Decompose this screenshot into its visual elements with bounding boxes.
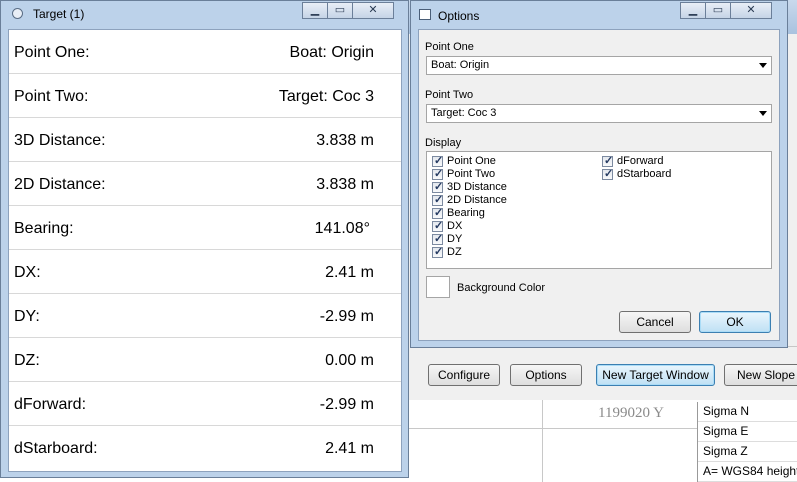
target-readout-panel: Point One: Boat: Origin Point Two: Targe…: [8, 29, 402, 472]
point-one-select[interactable]: Boat: Origin: [426, 56, 772, 75]
readout-value: 3.838 m: [316, 176, 374, 193]
configure-button[interactable]: Configure: [428, 364, 500, 386]
readout-value: -2.99 m: [319, 308, 374, 325]
checkbox-checked-icon: [432, 245, 443, 258]
readout-row-dforward: dForward: -2.99 m: [9, 382, 401, 426]
target-window: Target (1) ▁ ▭ ✕ Point One: Boat: Origin…: [0, 0, 409, 478]
cancel-button[interactable]: Cancel: [619, 311, 691, 333]
sigma-row: A= WGS84 height: [698, 462, 797, 482]
target-caption-buttons: ▁ ▭ ✕: [302, 2, 394, 19]
checkbox-label: Point Two: [447, 168, 496, 180]
checkbox-label: DY: [447, 233, 463, 245]
readout-label: DY:: [14, 308, 40, 325]
options-titlebar[interactable]: Options ▁ ▭ ✕: [411, 1, 787, 27]
checkbox-label: DX: [447, 220, 463, 232]
checkbox-checked-icon: [432, 154, 443, 167]
maximize-icon[interactable]: ▭: [705, 2, 731, 19]
close-icon[interactable]: ✕: [352, 2, 394, 19]
checkbox-label: 2D Distance: [447, 194, 507, 206]
target-window-icon: [12, 8, 23, 19]
target-titlebar[interactable]: Target (1) ▁ ▭ ✕: [1, 1, 408, 27]
readout-value: 2.41 m: [325, 440, 374, 457]
minimize-icon[interactable]: ▁: [680, 2, 706, 19]
checkbox-label: Bearing: [447, 207, 485, 219]
point-one-select-value: Boat: Origin: [431, 59, 490, 71]
readout-label: 2D Distance:: [14, 176, 106, 193]
point-two-select[interactable]: Target: Coc 3: [426, 104, 772, 123]
options-dialog: Options ▁ ▭ ✕ Point One Boat: Origin Poi…: [410, 0, 788, 348]
readout-value: 0.00 m: [325, 352, 374, 369]
readout-row-point-one: Point One: Boat: Origin: [9, 30, 401, 74]
readout-row-dy: DY: -2.99 m: [9, 294, 401, 338]
point-two-select-value: Target: Coc 3: [431, 107, 497, 119]
readout-value: 3.838 m: [316, 132, 374, 149]
readout-value: 2.41 m: [325, 264, 374, 281]
sigma-row: Sigma E: [698, 422, 797, 442]
readout-row-dx: DX: 2.41 m: [9, 250, 401, 294]
readout-label: DZ:: [14, 352, 40, 369]
readout-label: dForward:: [14, 396, 87, 413]
background-color-swatch[interactable]: [426, 276, 450, 298]
checkbox-checked-icon: [432, 193, 443, 206]
background-button-panel: Configure Options New Target Window New …: [414, 346, 797, 399]
checkbox-label: dForward: [617, 155, 664, 167]
readout-row-dstarboard: dStarboard: 2.41 m: [9, 426, 401, 470]
point-two-label: Point Two: [425, 89, 474, 101]
options-dialog-title: Options: [438, 9, 480, 23]
checkbox-checked-icon: [432, 232, 443, 245]
readout-label: 3D Distance:: [14, 132, 106, 149]
readout-value: Target: Coc 3: [278, 88, 374, 105]
checkbox-checked-icon: [432, 167, 443, 180]
close-icon[interactable]: ✕: [730, 2, 772, 19]
window-icon: [419, 9, 431, 20]
chevron-down-icon: [759, 63, 767, 68]
checkbox-checked-icon: [432, 180, 443, 193]
new-slope-window-button[interactable]: New Slope W: [724, 364, 797, 386]
readout-label: Point One:: [14, 44, 90, 61]
checkbox-checked-icon: [432, 219, 443, 232]
maximize-icon[interactable]: ▭: [327, 2, 353, 19]
readout-value: Boat: Origin: [289, 44, 374, 61]
sigma-row: Sigma Z: [698, 442, 797, 462]
checkbox-checked-icon: [602, 167, 613, 180]
grid-line: [542, 400, 543, 482]
readout-row-3d-distance: 3D Distance: 3.838 m: [9, 118, 401, 162]
options-button[interactable]: Options: [510, 364, 582, 386]
readout-row-point-two: Point Two: Target: Coc 3: [9, 74, 401, 118]
readout-label: Bearing:: [14, 220, 74, 237]
chevron-down-icon: [759, 111, 767, 116]
background-color-label: Background Color: [457, 282, 546, 294]
checkbox-checked-icon: [602, 154, 613, 167]
display-checklist: Point One Point Two 3D Distance 2D Dista…: [426, 151, 772, 269]
new-target-window-button[interactable]: New Target Window: [596, 364, 715, 386]
readout-row-bearing: Bearing: 141.08°: [9, 206, 401, 250]
checkbox-label: 3D Distance: [447, 181, 507, 193]
readout-value: -2.99 m: [319, 396, 374, 413]
checkbox-checked-icon: [432, 206, 443, 219]
ok-button[interactable]: OK: [699, 311, 771, 333]
options-content: Point One Boat: Origin Point Two Target:…: [418, 29, 780, 341]
coordinate-label: 1199020 Y: [598, 405, 664, 421]
minimize-icon[interactable]: ▁: [302, 2, 328, 19]
checkbox-label: Point One: [447, 155, 496, 167]
readout-row-dz: DZ: 0.00 m: [9, 338, 401, 382]
display-label: Display: [425, 137, 462, 149]
readout-label: dStarboard:: [14, 440, 98, 457]
readout-label: Point Two:: [14, 88, 89, 105]
point-one-label: Point One: [425, 41, 474, 53]
options-caption-buttons: ▁ ▭ ✕: [680, 2, 772, 19]
readout-value: 141.08°: [314, 220, 370, 237]
target-window-title: Target (1): [33, 7, 85, 21]
checkbox-label: dStarboard: [617, 168, 672, 180]
sigma-row: Sigma N: [698, 402, 797, 422]
checkbox-label: DZ: [447, 246, 462, 258]
readout-label: DX:: [14, 264, 41, 281]
sigma-table: Sigma N Sigma E Sigma Z A= WGS84 height: [697, 402, 797, 482]
readout-row-2d-distance: 2D Distance: 3.838 m: [9, 162, 401, 206]
